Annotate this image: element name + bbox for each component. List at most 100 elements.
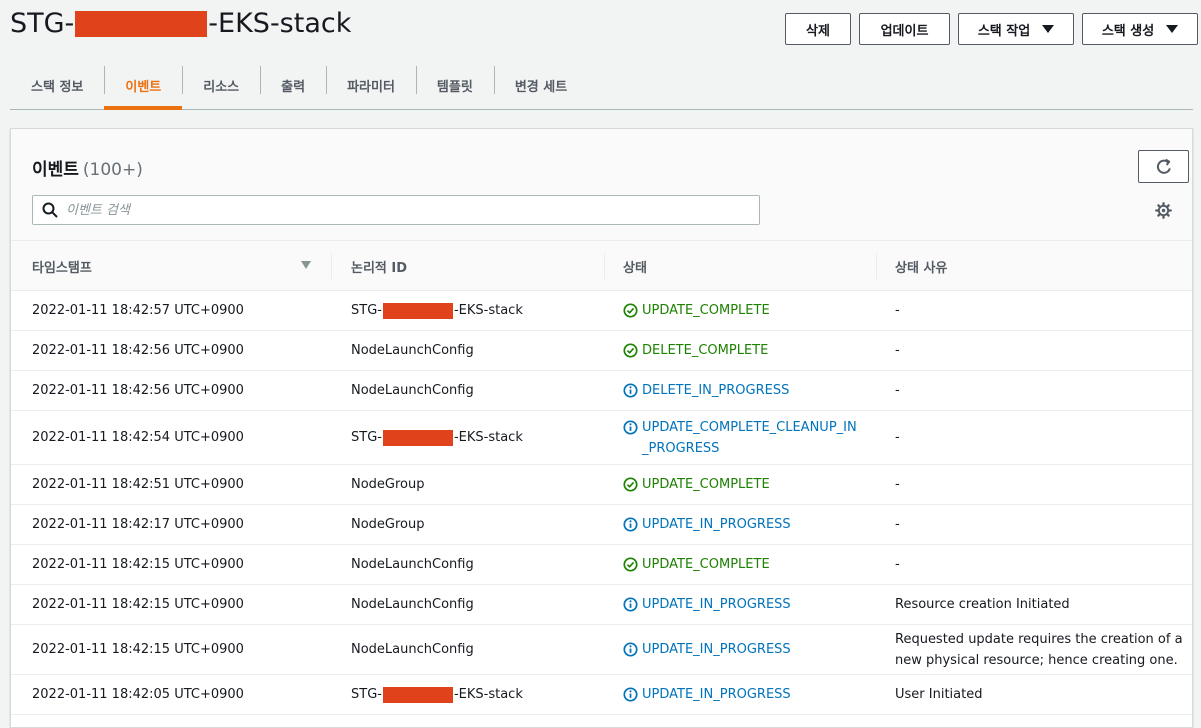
tab-change-sets[interactable]: 변경 세트	[493, 62, 588, 108]
cell-status-reason: -	[895, 383, 900, 398]
logical-id-prefix: STG-	[351, 303, 382, 318]
events-table: 타임스탬프 논리적 ID 상태 상태 사유 2022-01-11 18:42:5…	[11, 241, 1192, 715]
tab-parameters[interactable]: 파라미터	[326, 62, 416, 108]
column-header-timestamp[interactable]: 타임스탬프	[32, 241, 92, 291]
stack-actions-button[interactable]: 스택 작업	[958, 13, 1074, 45]
cell-timestamp: 2022-01-11 18:42:15 UTC+0900	[32, 642, 244, 657]
cell-status: UPDATE_COMPLETE	[623, 291, 863, 330]
redaction-box	[382, 686, 453, 703]
status-text: UPDATE_IN_PROGRESS	[642, 687, 791, 702]
create-stack-button[interactable]: 스택 생성	[1082, 13, 1198, 45]
tab-template[interactable]: 템플릿	[415, 62, 494, 108]
page-title: STG- -EKS-stack	[10, 8, 351, 39]
tab-events[interactable]: 이벤트	[104, 62, 183, 110]
cell-status: UPDATE_IN_PROGRESS	[623, 675, 863, 714]
cell-status: DELETE_IN_PROGRESS	[623, 371, 863, 410]
logical-id-text: NodeLaunchConfig	[351, 383, 474, 398]
event-search-box	[32, 195, 760, 225]
status-indicator: UPDATE_IN_PROGRESS	[623, 639, 791, 660]
cell-status: UPDATE_COMPLETE	[623, 465, 863, 504]
tab-stack-info[interactable]: 스택 정보	[10, 62, 104, 108]
status-text: DELETE_IN_PROGRESS	[642, 383, 790, 398]
status-indicator: UPDATE_COMPLETE	[623, 554, 770, 575]
cell-status: UPDATE_COMPLETE	[623, 545, 863, 584]
column-header-status[interactable]: 상태	[623, 241, 647, 291]
status-indicator: UPDATE_IN_PROGRESS	[623, 594, 791, 615]
cell-status-reason: -	[895, 477, 900, 492]
cell-status: UPDATE_IN_PROGRESS	[623, 505, 863, 544]
column-header-logical-id[interactable]: 논리적 ID	[351, 241, 407, 291]
search-icon	[42, 202, 58, 218]
gear-icon[interactable]	[1155, 202, 1172, 219]
logical-id-suffix: -EKS-stack	[453, 430, 523, 445]
create-stack-label: 스택 생성	[1101, 23, 1155, 39]
delete-button[interactable]: 삭제	[785, 13, 851, 45]
column-header-status-reason[interactable]: 상태 사유	[895, 241, 947, 291]
cell-timestamp: 2022-01-11 18:42:57 UTC+0900	[32, 303, 244, 318]
cell-logical-id: NodeGroup	[351, 465, 425, 504]
tab-outputs[interactable]: 출력	[260, 62, 326, 108]
table-row: 2022-01-11 18:42:51 UTC+0900 NodeGroup UPD…	[11, 465, 1192, 505]
success-check-icon	[623, 477, 638, 492]
cell-status-reason: -	[895, 343, 900, 358]
table-header: 타임스탬프 논리적 ID 상태 상태 사유	[11, 241, 1192, 291]
status-indicator: UPDATE_IN_PROGRESS	[623, 514, 791, 535]
tab-resources[interactable]: 리소스	[182, 62, 260, 108]
status-text: UPDATE_COMPLETE	[642, 303, 770, 318]
success-check-icon	[623, 303, 638, 318]
table-row: 2022-01-11 18:42:17 UTC+0900 NodeGroup UPD…	[11, 505, 1192, 545]
events-panel-title: 이벤트 (100+)	[32, 155, 143, 180]
cell-status: DELETE_COMPLETE	[623, 331, 863, 370]
status-text: DELETE_COMPLETE	[642, 343, 769, 358]
table-row: 2022-01-11 18:42:57 UTC+0900 STG- -EKS-sta…	[11, 291, 1192, 331]
cell-timestamp: 2022-01-11 18:42:05 UTC+0900	[32, 687, 244, 702]
redaction-box	[382, 302, 453, 319]
logical-id-text: NodeLaunchConfig	[351, 597, 474, 612]
cell-status: UPDATE_IN_PROGRESS	[623, 625, 863, 674]
logical-id-text: NodeLaunchConfig	[351, 642, 474, 657]
status-indicator: DELETE_IN_PROGRESS	[623, 380, 789, 401]
logical-id-text: NodeLaunchConfig	[351, 343, 474, 358]
logical-id-text: NodeGroup	[351, 477, 425, 492]
cell-status-reason: Requested update requires the creation o…	[895, 631, 1183, 668]
cell-logical-id: NodeGroup	[351, 505, 425, 544]
redaction-box	[382, 429, 453, 446]
table-row: 2022-01-11 18:42:15 UTC+0900 NodeLaunchCo…	[11, 585, 1192, 625]
logical-id-text: NodeGroup	[351, 517, 425, 532]
cell-timestamp: 2022-01-11 18:42:17 UTC+0900	[32, 517, 244, 532]
stack-actions-label: 스택 작업	[977, 23, 1031, 39]
info-icon	[623, 687, 638, 702]
event-search-input[interactable]	[66, 202, 716, 218]
cell-logical-id: STG- -EKS-stack	[351, 411, 523, 464]
cell-logical-id: NodeLaunchConfig	[351, 371, 474, 410]
table-row: 2022-01-11 18:42:15 UTC+0900 NodeLaunchCo…	[11, 545, 1192, 585]
info-icon	[623, 597, 638, 612]
success-check-icon	[623, 557, 638, 572]
cell-timestamp: 2022-01-11 18:42:51 UTC+0900	[32, 477, 244, 492]
title-suffix: -EKS-stack	[208, 8, 352, 39]
events-title-text: 이벤트	[32, 160, 79, 180]
cell-status: UPDATE_COMPLETE_CLEANUP_IN_PROGRESS	[623, 411, 863, 464]
caret-down-icon	[1166, 25, 1179, 33]
status-text: UPDATE_IN_PROGRESS	[642, 597, 791, 612]
cell-timestamp: 2022-01-11 18:42:54 UTC+0900	[32, 430, 244, 445]
cell-logical-id: NodeLaunchConfig	[351, 625, 474, 674]
cell-status: UPDATE_IN_PROGRESS	[623, 585, 863, 624]
logical-id-prefix: STG-	[351, 687, 382, 702]
update-button[interactable]: 업데이트	[859, 13, 950, 45]
page-header: STG- -EKS-stack 삭제 업데이트 스택 작업 스택 생성	[0, 0, 1201, 58]
sort-desc-icon[interactable]	[301, 261, 311, 269]
status-text: UPDATE_COMPLETE	[642, 477, 770, 492]
refresh-icon	[1156, 158, 1171, 174]
cell-timestamp: 2022-01-11 18:42:56 UTC+0900	[32, 383, 244, 398]
info-icon	[623, 517, 638, 532]
events-panel-header: 이벤트 (100+)	[11, 129, 1192, 241]
title-prefix: STG-	[10, 8, 75, 39]
events-count: (100+)	[82, 160, 143, 180]
cell-status-reason: Resource creation Initiated	[895, 597, 1070, 612]
refresh-button[interactable]	[1138, 150, 1189, 183]
cell-timestamp: 2022-01-11 18:42:15 UTC+0900	[32, 597, 244, 612]
table-row: 2022-01-11 18:42:56 UTC+0900 NodeLaunchCo…	[11, 331, 1192, 371]
stack-tabs: 스택 정보 이벤트 리소스 출력 파라미터 템플릿 변경 세트	[10, 62, 1193, 110]
status-indicator: UPDATE_COMPLETE	[623, 474, 770, 495]
